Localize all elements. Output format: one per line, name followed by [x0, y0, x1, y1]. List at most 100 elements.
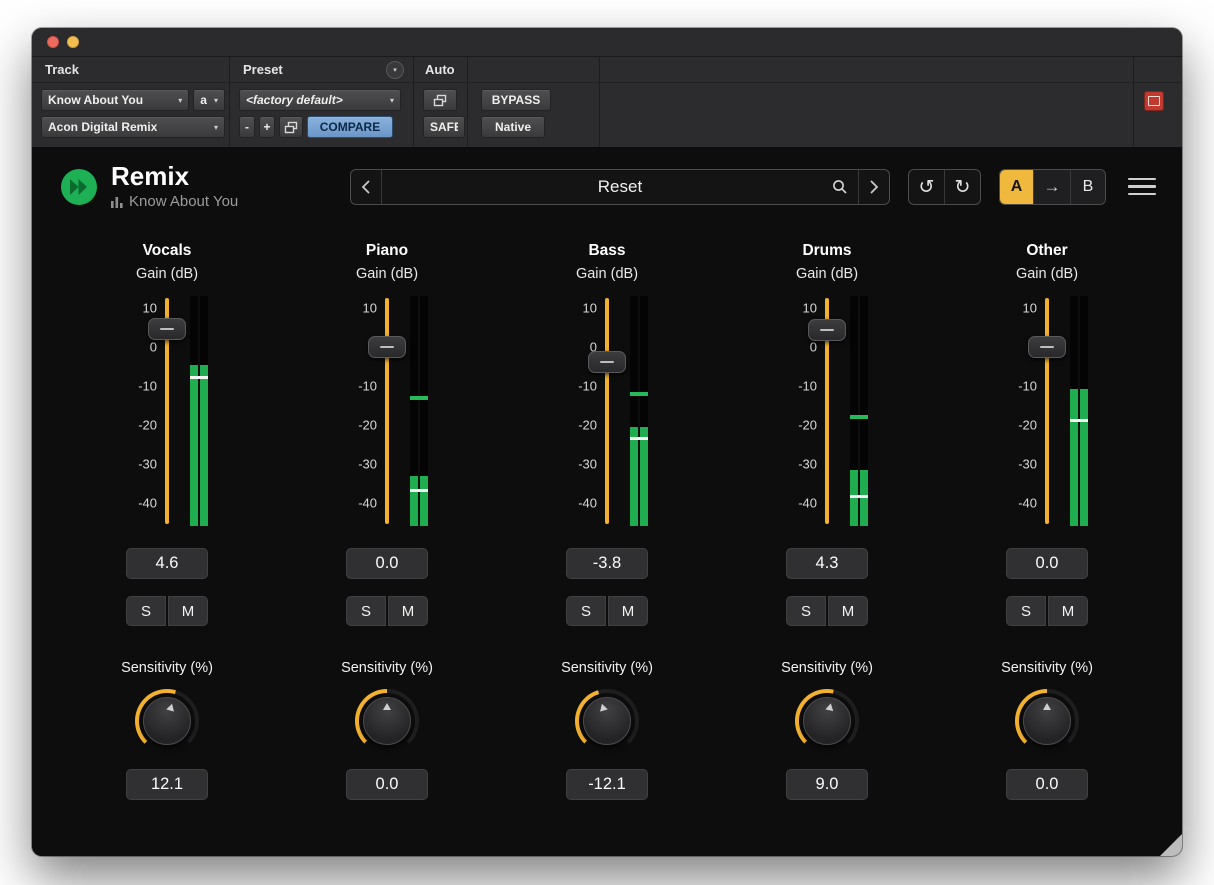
- gain-fader-handle[interactable]: [368, 336, 406, 358]
- close-button[interactable]: [47, 36, 59, 48]
- meter-peak-line: [850, 495, 868, 498]
- scale-tick-label: -10: [578, 378, 597, 393]
- target-window-button[interactable]: [1144, 91, 1164, 111]
- scale-tick-label: -20: [798, 417, 817, 432]
- safe-button[interactable]: SAFE: [423, 116, 465, 138]
- scale-tick-label: 10: [1023, 300, 1037, 315]
- resize-grip[interactable]: [1160, 834, 1182, 856]
- sensitivity-value[interactable]: 9.0: [786, 769, 868, 800]
- fader-track[interactable]: [605, 298, 609, 524]
- gain-fader-handle[interactable]: [588, 351, 626, 373]
- window-titlebar[interactable]: [32, 28, 1182, 57]
- meter-peak-hold: [410, 396, 428, 400]
- gain-label: Gain (dB): [576, 266, 638, 282]
- knob-pointer: [825, 703, 834, 712]
- sensitivity-knob[interactable]: [135, 689, 199, 753]
- preset-prev-button[interactable]: [351, 170, 382, 204]
- knob-body: [143, 697, 191, 745]
- gain-value[interactable]: 4.3: [786, 548, 868, 579]
- plugin-header: Remix Know About You Reset: [32, 147, 1182, 222]
- chevron-down-icon: ▾: [210, 123, 218, 132]
- sensitivity-knob[interactable]: [575, 689, 639, 753]
- undo-button[interactable]: ↺: [909, 170, 945, 204]
- solo-button[interactable]: S: [786, 596, 826, 626]
- sensitivity-value[interactable]: 0.0: [1006, 769, 1088, 800]
- gain-value[interactable]: 0.0: [346, 548, 428, 579]
- sensitivity-label: Sensitivity (%): [1001, 660, 1093, 676]
- ab-a-button[interactable]: A: [1000, 170, 1033, 204]
- mute-button[interactable]: M: [168, 596, 208, 626]
- menu-button[interactable]: [1128, 174, 1156, 200]
- gain-fader-handle[interactable]: [808, 319, 846, 341]
- copy-icon: [433, 94, 447, 107]
- scale-tick-label: -10: [358, 378, 377, 393]
- chevron-left-icon: [360, 179, 372, 195]
- ab-switch-group: A → B: [999, 169, 1106, 205]
- bypass-button[interactable]: BYPASS: [481, 89, 551, 111]
- gain-fader-area: 100-10-20-30-40: [937, 296, 1157, 526]
- preset-copy-button[interactable]: [279, 116, 303, 138]
- chevron-right-icon: [868, 179, 880, 195]
- sensitivity-value[interactable]: 12.1: [126, 769, 208, 800]
- mute-button[interactable]: M: [388, 596, 428, 626]
- auto-section-label: Auto: [425, 62, 455, 77]
- solo-button[interactable]: S: [1006, 596, 1046, 626]
- channel-strip: Piano Gain (dB) 100-10-20-30-40 0.0 S M …: [277, 242, 497, 800]
- channel-name: Vocals: [143, 242, 192, 260]
- mute-button[interactable]: M: [828, 596, 868, 626]
- track-section-label: Track: [45, 62, 79, 77]
- native-button[interactable]: Native: [481, 116, 545, 138]
- gain-fader-handle[interactable]: [148, 318, 186, 340]
- preset-menu-icon[interactable]: ▾: [386, 61, 404, 79]
- channel-name: Other: [1026, 242, 1067, 260]
- fader-track[interactable]: [1045, 298, 1049, 524]
- meter-fill-left: [190, 365, 198, 527]
- preset-name-field[interactable]: Reset: [382, 170, 858, 204]
- preset-plus-button[interactable]: +: [259, 116, 275, 138]
- meter-peak-line: [190, 376, 208, 379]
- mute-button[interactable]: M: [608, 596, 648, 626]
- redo-button[interactable]: ↻: [945, 170, 980, 204]
- plugin-window: Track Know About You ▾ a ▾ Acon Digital …: [32, 28, 1182, 856]
- search-icon[interactable]: [832, 179, 848, 195]
- track-selector[interactable]: Know About You ▾: [41, 89, 189, 111]
- minimize-button[interactable]: [67, 36, 79, 48]
- gain-fader-area: 100-10-20-30-40: [277, 296, 497, 526]
- preset-minus-button[interactable]: -: [239, 116, 255, 138]
- arrow-right-icon: →: [1044, 177, 1061, 197]
- solo-button[interactable]: S: [126, 596, 166, 626]
- level-meter: [190, 296, 208, 526]
- gain-value[interactable]: 0.0: [1006, 548, 1088, 579]
- insert-selector[interactable]: Acon Digital Remix ▾: [41, 116, 225, 138]
- fader-track[interactable]: [385, 298, 389, 524]
- gain-fader-area: 100-10-20-30-40: [497, 296, 717, 526]
- scale-tick-label: -20: [358, 417, 377, 432]
- track-letter-selector[interactable]: a ▾: [193, 89, 225, 111]
- meter-fill-right: [1080, 389, 1088, 526]
- ab-b-button[interactable]: B: [1071, 170, 1105, 204]
- scale-tick-label: -10: [138, 378, 157, 393]
- sensitivity-value[interactable]: -12.1: [566, 769, 648, 800]
- auto-copy-button[interactable]: [423, 89, 457, 111]
- mute-button[interactable]: M: [1048, 596, 1088, 626]
- solo-mute-group: S M: [126, 596, 208, 626]
- gain-value[interactable]: -3.8: [566, 548, 648, 579]
- compare-button[interactable]: COMPARE: [307, 116, 393, 138]
- sensitivity-value[interactable]: 0.0: [346, 769, 428, 800]
- gain-fader-handle[interactable]: [1028, 336, 1066, 358]
- sensitivity-knob[interactable]: [355, 689, 419, 753]
- solo-button[interactable]: S: [566, 596, 606, 626]
- ab-copy-button[interactable]: →: [1033, 170, 1071, 204]
- scale-tick-label: -20: [138, 417, 157, 432]
- solo-button[interactable]: S: [346, 596, 386, 626]
- solo-mute-group: S M: [346, 596, 428, 626]
- sensitivity-knob[interactable]: [1015, 689, 1079, 753]
- preset-selector[interactable]: <factory default> ▾: [239, 89, 401, 111]
- remix-logo-icon: [60, 168, 98, 206]
- gain-value[interactable]: 4.6: [126, 548, 208, 579]
- scale-tick-label: -20: [578, 417, 597, 432]
- scale-tick-label: -40: [138, 495, 157, 510]
- gain-fader-area: 100-10-20-30-40: [717, 296, 937, 526]
- sensitivity-knob[interactable]: [795, 689, 859, 753]
- preset-next-button[interactable]: [858, 170, 889, 204]
